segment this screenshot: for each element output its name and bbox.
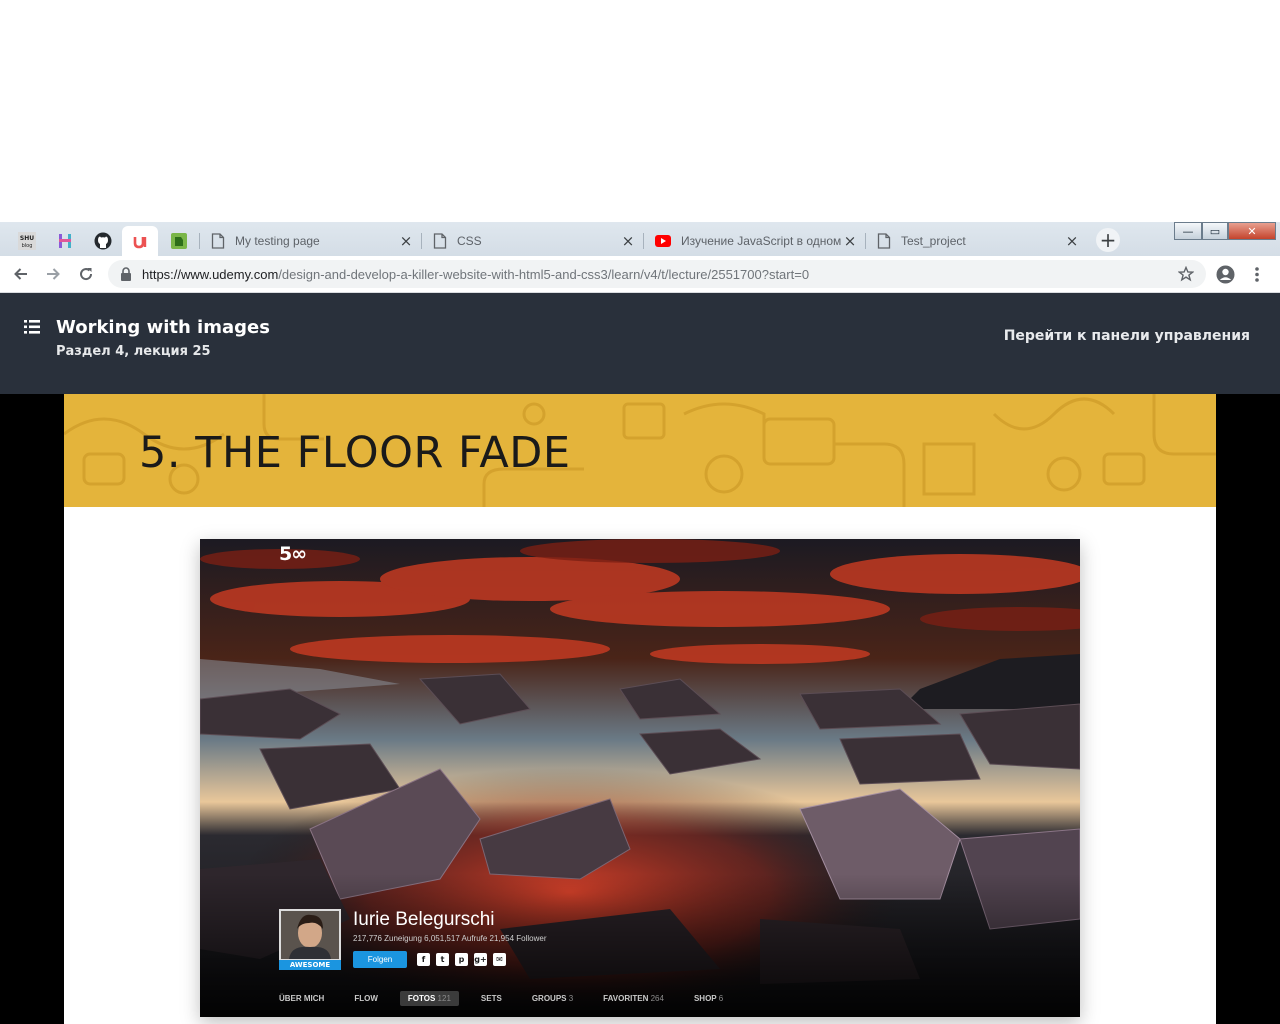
awesome-badge: AWESOME bbox=[279, 960, 341, 970]
tab-javascript-video[interactable]: Изучение JavaScript в одном × bbox=[643, 226, 865, 256]
browser-toolbar: https://www.udemy.com/design-and-develop… bbox=[0, 256, 1280, 293]
nav-count: 3 bbox=[568, 994, 574, 1003]
slide-heading: 5. THE FLOOR FADE bbox=[139, 428, 571, 478]
tab-title: My testing page bbox=[235, 234, 320, 248]
nav-fotos[interactable]: FOTOS 121 bbox=[399, 991, 459, 1006]
tab-css[interactable]: CSS × bbox=[421, 226, 643, 256]
pinned-tab-hexlet[interactable] bbox=[47, 226, 83, 256]
nav-label: FAVORITEN bbox=[603, 994, 649, 1003]
evernote-icon bbox=[171, 233, 187, 249]
svg-text:SHU: SHU bbox=[20, 235, 34, 242]
tab-close-button[interactable]: × bbox=[399, 234, 413, 249]
url-path: /design-and-develop-a-killer-website-wit… bbox=[278, 266, 810, 282]
tab-separator bbox=[421, 233, 422, 249]
avatar[interactable] bbox=[279, 909, 341, 961]
tab-separator bbox=[865, 233, 866, 249]
go-to-dashboard-link[interactable]: Перейти к панели управления bbox=[1004, 328, 1250, 344]
nav-label: SETS bbox=[480, 994, 502, 1003]
profile-stats: 217,776 Zuneigung 6,051,517 Aufrufe 21,9… bbox=[353, 934, 547, 943]
tab-separator bbox=[199, 233, 200, 249]
lecture-slide: 5. THE FLOOR FADE 5∞ AWESOME Iurie Beleg… bbox=[64, 394, 1216, 1024]
brand-logo-500px[interactable]: 5∞ bbox=[279, 543, 307, 565]
new-tab-button[interactable]: + bbox=[1096, 228, 1120, 252]
facebook-icon[interactable]: f bbox=[417, 953, 430, 966]
blank-area bbox=[0, 0, 1280, 222]
example-screenshot: 5∞ AWESOME Iurie Belegurschi 217,776 Zun… bbox=[200, 539, 1080, 1017]
tab-close-button[interactable]: × bbox=[621, 234, 635, 249]
email-icon[interactable]: ✉ bbox=[493, 953, 506, 966]
nav-shop[interactable]: SHOP 6 bbox=[686, 991, 731, 1006]
reload-button[interactable] bbox=[73, 262, 99, 286]
course-header: Working with images Раздел 4, лекция 25 … bbox=[0, 293, 1280, 394]
pinterest-icon[interactable]: p bbox=[455, 953, 468, 966]
hexlet-icon bbox=[59, 234, 71, 248]
nav-ueber-mich[interactable]: ÜBER MICH bbox=[279, 991, 332, 1006]
nav-label: FOTOS bbox=[407, 994, 436, 1003]
nav-count: 6 bbox=[718, 994, 724, 1003]
profile-nav: ÜBER MICH FLOW FOTOS 121 SETS GROUPS 3 F… bbox=[279, 991, 745, 1006]
nav-label: GROUPS bbox=[531, 994, 567, 1003]
nav-label: SHOP bbox=[693, 994, 717, 1003]
bookmark-star-icon[interactable] bbox=[1178, 266, 1194, 282]
pinned-tab-udemy[interactable] bbox=[122, 226, 158, 256]
arrow-right-icon bbox=[47, 268, 60, 280]
url-text: https://www.udemy.com/design-and-develop… bbox=[142, 267, 809, 282]
pinned-tab-shublog[interactable]: SHU blog bbox=[9, 226, 45, 256]
nav-count: 121 bbox=[437, 994, 451, 1003]
pinned-tab-evernote[interactable] bbox=[161, 226, 197, 256]
nav-label: FLOW bbox=[354, 994, 378, 1003]
tab-close-button[interactable]: × bbox=[1065, 234, 1079, 249]
svg-text:blog: blog bbox=[22, 243, 33, 249]
page-icon bbox=[877, 233, 891, 249]
google-plus-icon[interactable]: g+ bbox=[474, 953, 487, 966]
shublog-icon: SHU blog bbox=[18, 232, 36, 250]
tab-close-button[interactable]: × bbox=[843, 234, 857, 249]
url-host: https://www.udemy.com bbox=[142, 266, 279, 282]
menu-dots-icon[interactable] bbox=[1254, 266, 1260, 283]
lock-icon bbox=[121, 267, 131, 281]
nav-label: ÜBER MICH bbox=[279, 994, 325, 1003]
pinned-tab-github[interactable] bbox=[85, 226, 121, 256]
twitter-icon[interactable]: t bbox=[436, 953, 449, 966]
follow-button[interactable]: Folgen bbox=[353, 951, 407, 968]
address-bar[interactable]: https://www.udemy.com/design-and-develop… bbox=[108, 260, 1206, 288]
photographer-name: Iurie Belegurschi bbox=[353, 909, 495, 930]
curriculum-list-icon[interactable] bbox=[24, 320, 40, 334]
nav-sets[interactable]: SETS bbox=[473, 991, 510, 1006]
avatar-portrait bbox=[281, 911, 339, 959]
page-icon bbox=[211, 233, 225, 249]
tab-title: Изучение JavaScript в одном bbox=[681, 234, 842, 248]
page-icon bbox=[433, 233, 447, 249]
arrow-left-icon bbox=[14, 268, 27, 280]
github-icon bbox=[94, 232, 112, 250]
nav-groups[interactable]: GROUPS 3 bbox=[524, 991, 581, 1006]
lecture-title: Working with images bbox=[56, 317, 270, 338]
tab-test-project[interactable]: Test_project × bbox=[865, 226, 1087, 256]
nav-flow[interactable]: FLOW bbox=[346, 991, 386, 1006]
tab-title: CSS bbox=[457, 234, 482, 248]
restore-button[interactable]: ▭ bbox=[1202, 222, 1228, 240]
nav-favoriten[interactable]: FAVORITEN 264 bbox=[595, 991, 672, 1006]
tab-my-testing-page[interactable]: My testing page × bbox=[199, 226, 421, 256]
forward-button[interactable] bbox=[40, 262, 66, 286]
window-close-button[interactable]: ✕ bbox=[1228, 222, 1276, 240]
tab-separator bbox=[643, 233, 644, 249]
back-button[interactable] bbox=[8, 262, 34, 286]
udemy-icon bbox=[133, 237, 147, 249]
profile-icon[interactable] bbox=[1216, 265, 1235, 284]
slide-banner: 5. THE FLOOR FADE bbox=[64, 394, 1216, 507]
tab-title: Test_project bbox=[901, 234, 966, 248]
lecture-section: Раздел 4, лекция 25 bbox=[56, 344, 211, 359]
reload-icon bbox=[80, 268, 93, 281]
nav-count: 264 bbox=[650, 994, 664, 1003]
social-links: f t p g+ ✉ bbox=[417, 953, 506, 966]
minimize-button[interactable]: — bbox=[1174, 222, 1202, 240]
video-player[interactable]: 5. THE FLOOR FADE 5∞ AWESOME Iurie Beleg… bbox=[0, 394, 1280, 1024]
tab-strip: SHU blog My testing page × CSS × Изучени… bbox=[0, 222, 1280, 256]
youtube-icon bbox=[655, 235, 671, 247]
